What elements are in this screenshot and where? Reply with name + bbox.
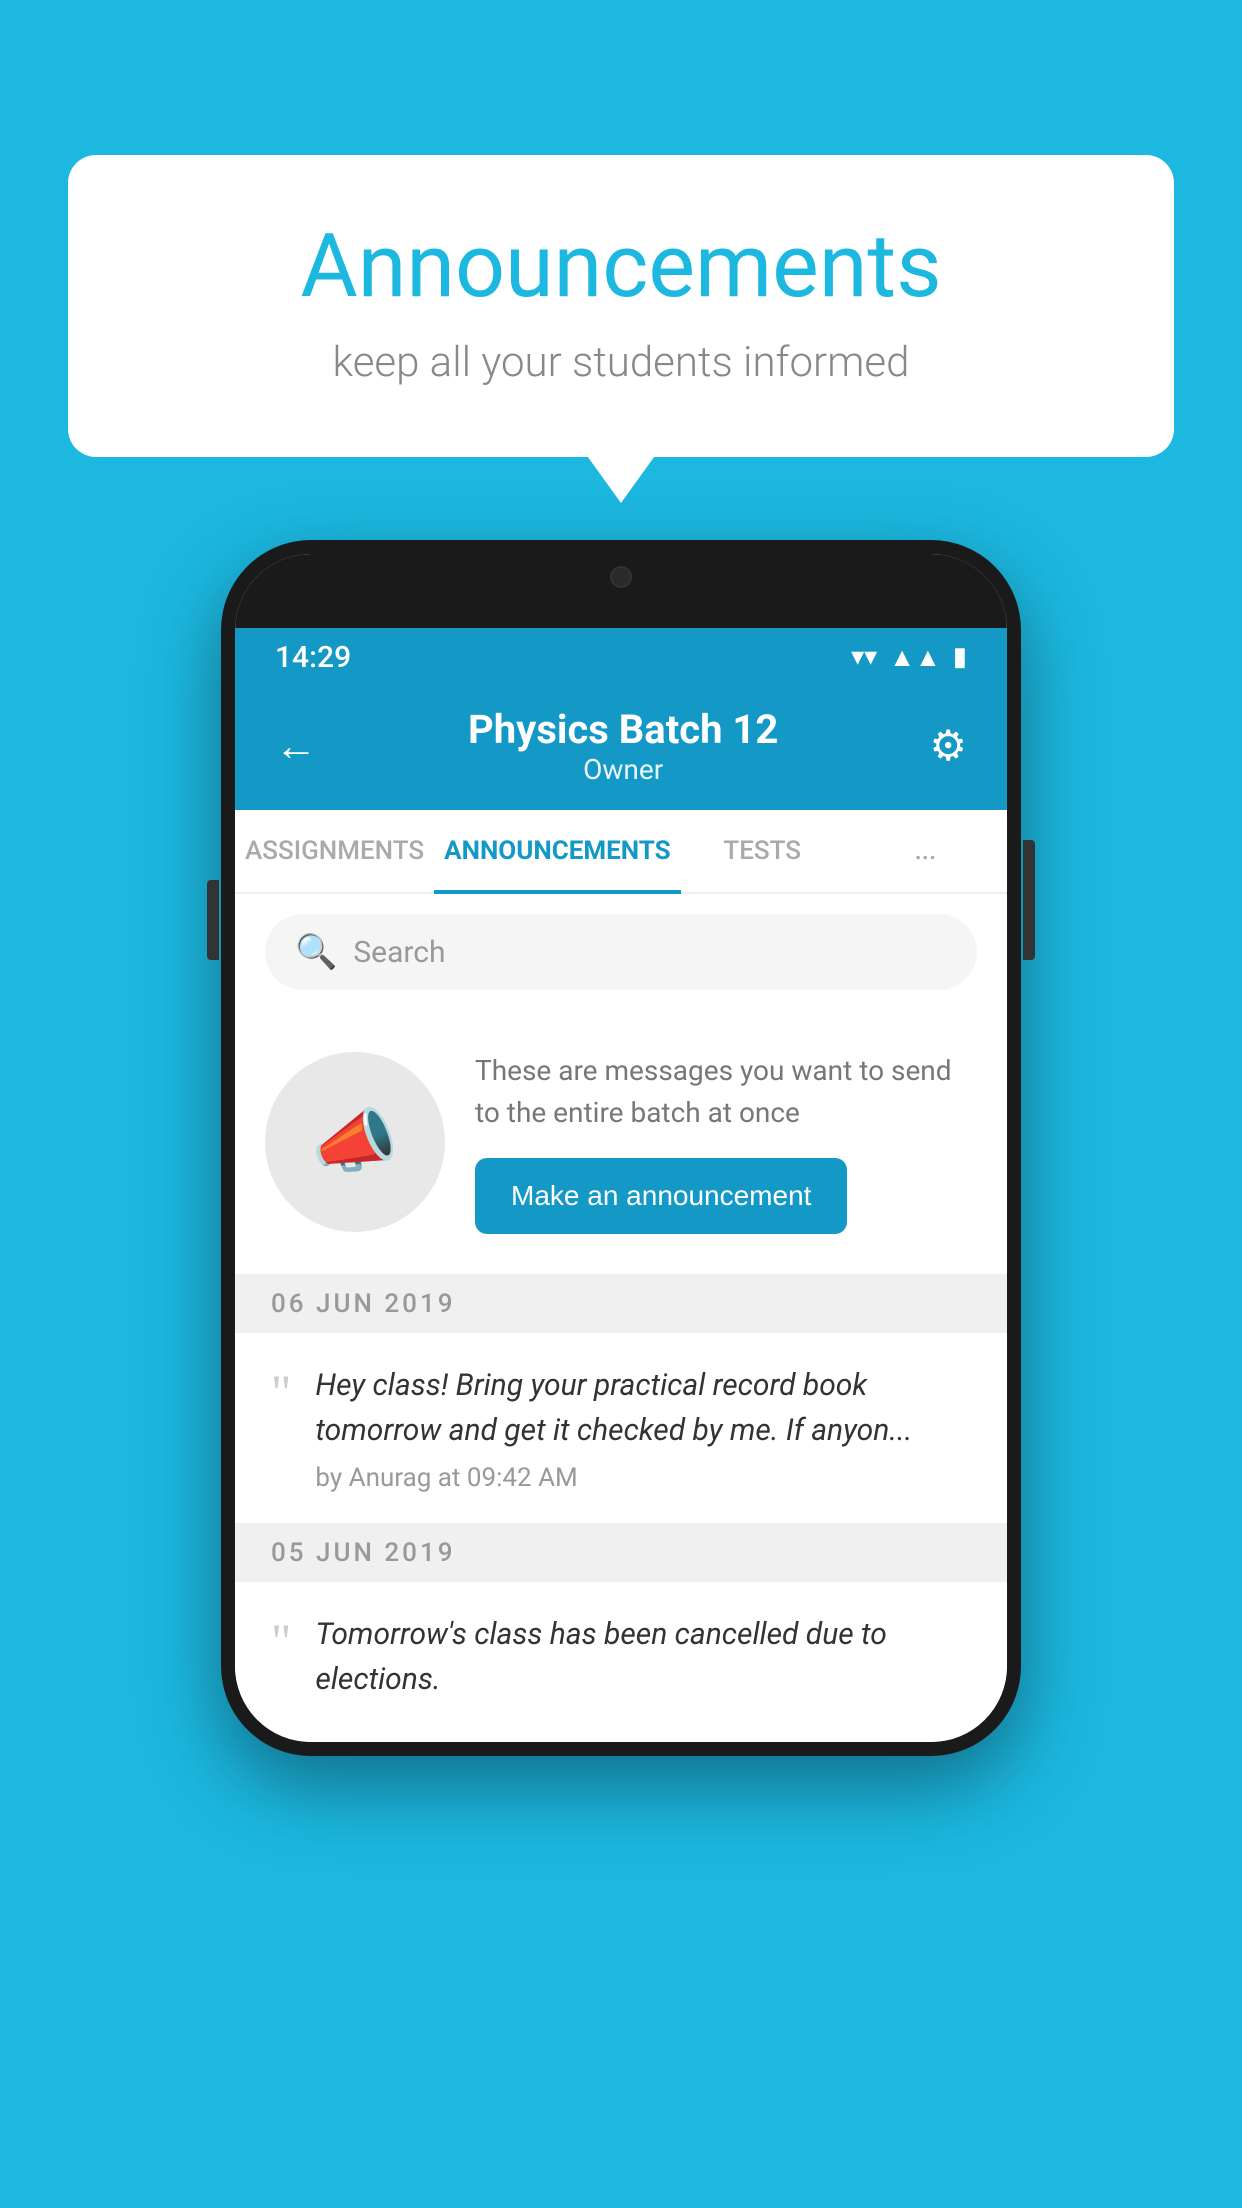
batch-role: Owner <box>468 753 778 786</box>
speech-bubble-section: Announcements keep all your students inf… <box>68 155 1174 457</box>
phone-outer-frame: 14:29 ▾▾ ▲▲ ▮ ← Physics Batch 12 Owner ⚙ <box>221 540 1021 1756</box>
message-text-2: Tomorrow's class has been cancelled due … <box>315 1612 971 1702</box>
message-content-1: Hey class! Bring your practical record b… <box>315 1363 971 1493</box>
quote-icon-1: " <box>271 1367 291 1417</box>
phone-mockup: 14:29 ▾▾ ▲▲ ▮ ← Physics Batch 12 Owner ⚙ <box>221 540 1021 1756</box>
search-icon: 🔍 <box>295 932 337 972</box>
battery-icon: ▮ <box>953 642 967 672</box>
tab-tests[interactable]: TESTS <box>681 810 844 892</box>
signal-icon: ▲▲ <box>889 642 940 673</box>
date-separator-1: 06 JUN 2019 <box>235 1275 1007 1333</box>
quote-icon-2: " <box>271 1616 291 1666</box>
speech-bubble-card: Announcements keep all your students inf… <box>68 155 1174 457</box>
search-placeholder: Search <box>353 935 445 970</box>
back-button[interactable]: ← <box>275 722 317 771</box>
megaphone-icon: 📣 <box>311 1101 398 1183</box>
settings-icon[interactable]: ⚙ <box>929 721 967 771</box>
message-item-1[interactable]: " Hey class! Bring your practical record… <box>235 1333 1007 1524</box>
phone-notch-bar <box>235 554 1007 628</box>
tab-more[interactable]: ... <box>844 810 1007 892</box>
app-header: ← Physics Batch 12 Owner ⚙ <box>235 686 1007 810</box>
status-bar: 14:29 ▾▾ ▲▲ ▮ <box>235 628 1007 686</box>
promo-right: These are messages you want to send to t… <box>475 1050 977 1234</box>
wifi-icon: ▾▾ <box>851 642 877 672</box>
message-item-2[interactable]: " Tomorrow's class has been cancelled du… <box>235 1582 1007 1742</box>
header-center: Physics Batch 12 Owner <box>468 706 778 786</box>
tab-announcements[interactable]: ANNOUNCEMENTS <box>434 810 680 892</box>
bubble-title: Announcements <box>148 215 1094 318</box>
search-section: 🔍 Search <box>235 894 1007 1010</box>
phone-screen: 14:29 ▾▾ ▲▲ ▮ ← Physics Batch 12 Owner ⚙ <box>235 554 1007 1742</box>
status-icons: ▾▾ ▲▲ ▮ <box>851 642 967 673</box>
promo-description: These are messages you want to send to t… <box>475 1050 977 1134</box>
front-camera <box>610 566 632 588</box>
make-announcement-button[interactable]: Make an announcement <box>475 1158 847 1234</box>
tabs-bar: ASSIGNMENTS ANNOUNCEMENTS TESTS ... <box>235 810 1007 894</box>
promo-section: 📣 These are messages you want to send to… <box>235 1010 1007 1275</box>
bubble-subtitle: keep all your students informed <box>148 338 1094 387</box>
date-separator-2: 05 JUN 2019 <box>235 1524 1007 1582</box>
phone-notch <box>551 554 691 600</box>
tab-assignments[interactable]: ASSIGNMENTS <box>235 810 434 892</box>
message-meta-1: by Anurag at 09:42 AM <box>315 1463 971 1493</box>
search-bar[interactable]: 🔍 Search <box>265 914 977 990</box>
message-content-2: Tomorrow's class has been cancelled due … <box>315 1612 971 1712</box>
message-text-1: Hey class! Bring your practical record b… <box>315 1363 971 1453</box>
batch-title: Physics Batch 12 <box>468 706 778 753</box>
promo-icon-circle: 📣 <box>265 1052 445 1232</box>
status-time: 14:29 <box>275 640 351 675</box>
